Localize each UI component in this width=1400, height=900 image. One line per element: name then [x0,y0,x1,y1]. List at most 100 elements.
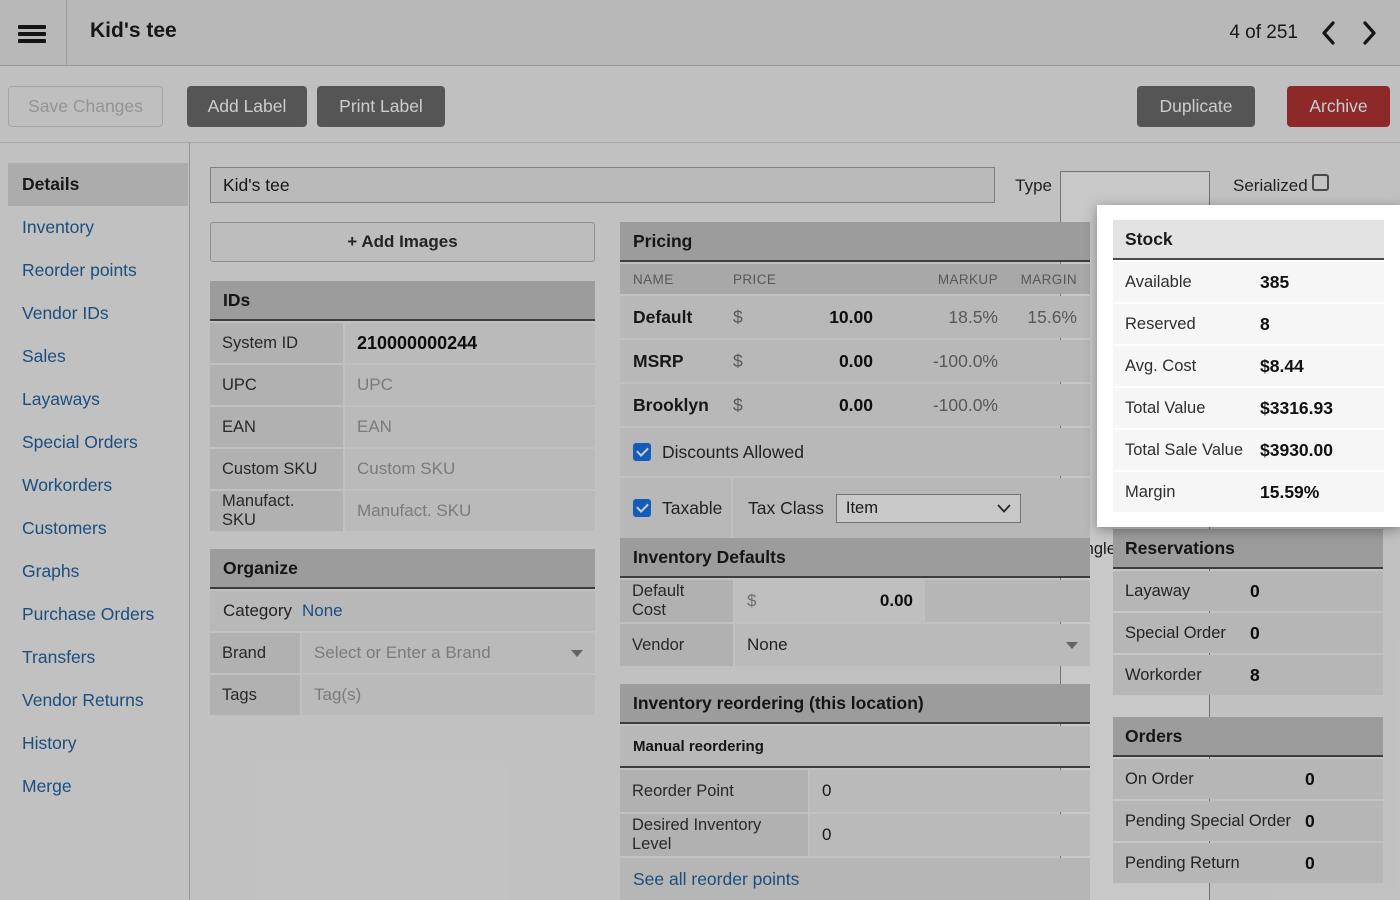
table-row: Layaway0 [1113,571,1383,611]
see-all-reorder-points-link[interactable]: See all reorder points [633,869,799,890]
table-row: Pending Special Order0 [1113,801,1383,841]
taxable-label: Taxable [662,498,722,519]
sidebar-item-vendor-ids[interactable]: Vendor IDs [0,292,189,335]
ids-section: IDs System ID 210000000244 UPC EAN Custo… [210,281,595,531]
tags-label: Tags [210,675,302,715]
topbar: Kid's tee 4 of 251 [0,0,1400,66]
sidebar-item-reorder-points[interactable]: Reorder points [0,249,189,292]
topbar-divider [66,0,67,65]
orders-section: Orders On Order0 Pending Special Order0 … [1113,717,1383,883]
table-row: UPC [210,365,595,405]
table-row: Pending Return0 [1113,843,1383,883]
chevron-left-icon[interactable] [1316,18,1342,48]
table-row: Avg. Cost$8.44 [1113,346,1384,386]
category-value-link[interactable]: None [302,601,343,621]
pricing-header: Pricing [620,222,1090,262]
table-row: Manufact. SKU [210,491,595,531]
sidebar: Details Inventory Reorder points Vendor … [0,143,190,900]
reservations-header: Reservations [1113,529,1383,569]
inventory-reordering-section: Inventory reordering (this location) Man… [620,684,1090,900]
stock-margin-value: 15.59% [1260,482,1319,503]
toolbar: Save Changes Add Label Print Label Dupli… [0,67,1400,143]
tax-class-select[interactable]: Item [836,494,1021,523]
discounts-allowed-checkbox[interactable] [633,443,651,461]
sidebar-item-vendor-returns[interactable]: Vendor Returns [0,679,189,722]
sidebar-item-graphs[interactable]: Graphs [0,550,189,593]
inventory-defaults-header: Inventory Defaults [620,538,1090,578]
serialized-checkbox[interactable] [1312,174,1329,191]
caret-down-icon [571,650,583,657]
item-pager: 4 of 251 [1229,0,1382,66]
sidebar-item-purchase-orders[interactable]: Purchase Orders [0,593,189,636]
chevron-right-icon[interactable] [1356,18,1382,48]
pricing-column-headers: NAME PRICE MARKUP MARGIN [620,264,1090,294]
menu-icon[interactable] [15,18,51,48]
sidebar-item-merge[interactable]: Merge [0,765,189,808]
default-cost-input[interactable]: $ 0.00 [735,580,925,622]
manufact-sku-input[interactable] [345,491,595,531]
duplicate-button[interactable]: Duplicate [1137,86,1255,127]
default-cost-row: Default Cost $ 0.00 [620,580,1090,622]
stock-avg-cost-value: $8.44 [1260,356,1304,377]
taxable-row: Taxable Tax Class Item [620,478,1090,538]
tax-class-label: Tax Class [748,498,824,519]
taxable-checkbox[interactable] [633,499,651,517]
price-row-default: Default $ 10.00 18.5% 15.6% [620,296,1090,338]
sidebar-item-transfers[interactable]: Transfers [0,636,189,679]
sidebar-item-sales[interactable]: Sales [0,335,189,378]
price-input[interactable]: 10.00 [763,307,873,328]
table-row: System ID 210000000244 [210,323,595,363]
serialized-label: Serialized [1233,176,1308,196]
sidebar-item-customers[interactable]: Customers [0,507,189,550]
sidebar-item-special-orders[interactable]: Special Orders [0,421,189,464]
upc-input[interactable] [345,365,595,405]
page-title: Kid's tee [90,19,177,43]
system-id-value: 210000000244 [345,333,489,354]
desired-inventory-level-row: Desired Inventory Level [620,814,1090,856]
vendor-select[interactable]: None [735,624,1090,666]
print-label-button[interactable]: Print Label [317,86,445,127]
reorder-point-input[interactable] [810,770,1090,812]
table-row: Total Sale Value$3930.00 [1113,430,1384,470]
table-row: On Order0 [1113,759,1383,799]
stock-reserved-value: 8 [1260,314,1270,335]
item-name-input[interactable] [210,167,995,203]
tags-input[interactable] [302,675,595,715]
type-label: Type [1004,176,1052,196]
brand-row: Brand Select or Enter a Brand [210,633,595,673]
sidebar-item-history[interactable]: History [0,722,189,765]
add-images-button[interactable]: + Add Images [210,222,595,262]
save-changes-button[interactable]: Save Changes [8,86,163,127]
brand-placeholder: Select or Enter a Brand [302,643,491,663]
brand-select[interactable]: Select or Enter a Brand [302,633,595,673]
ids-header: IDs [210,281,595,321]
brand-label: Brand [210,633,302,673]
left-column: + Add Images IDs System ID 210000000244 … [210,222,595,715]
price-input[interactable]: 0.00 [763,395,873,416]
table-row: Custom SKU [210,449,595,489]
price-input[interactable]: 0.00 [763,351,873,372]
pager-count: 4 of 251 [1229,22,1298,44]
sidebar-item-inventory[interactable]: Inventory [0,206,189,249]
reorder-point-row: Reorder Point [620,770,1090,812]
ean-input[interactable] [345,407,595,447]
chevron-down-icon [997,499,1011,518]
inventory-defaults-section: Inventory Defaults Default Cost $ 0.00 V… [620,538,1090,666]
inventory-reordering-header: Inventory reordering (this location) [620,684,1090,724]
stock-available-value: 385 [1260,272,1289,293]
archive-button[interactable]: Archive [1287,86,1390,127]
price-row-msrp: MSRP $ 0.00 -100.0% [620,340,1090,382]
custom-sku-input[interactable] [345,449,595,489]
sidebar-item-layaways[interactable]: Layaways [0,378,189,421]
add-label-button[interactable]: Add Label [187,86,307,127]
sidebar-item-workorders[interactable]: Workorders [0,464,189,507]
organize-section: Organize Category None Brand Select or E… [210,549,595,715]
manual-reordering-subheader: Manual reordering [620,726,1090,768]
sidebar-item-details[interactable]: Details [8,163,188,206]
table-row: Margin15.59% [1113,472,1384,512]
table-row: EAN [210,407,595,447]
tags-row: Tags [210,675,595,715]
desired-inventory-level-input[interactable] [810,814,1090,856]
middle-column: Pricing NAME PRICE MARKUP MARGIN Default… [620,222,1090,900]
price-row-brooklyn: Brooklyn $ 0.00 -100.0% [620,384,1090,426]
